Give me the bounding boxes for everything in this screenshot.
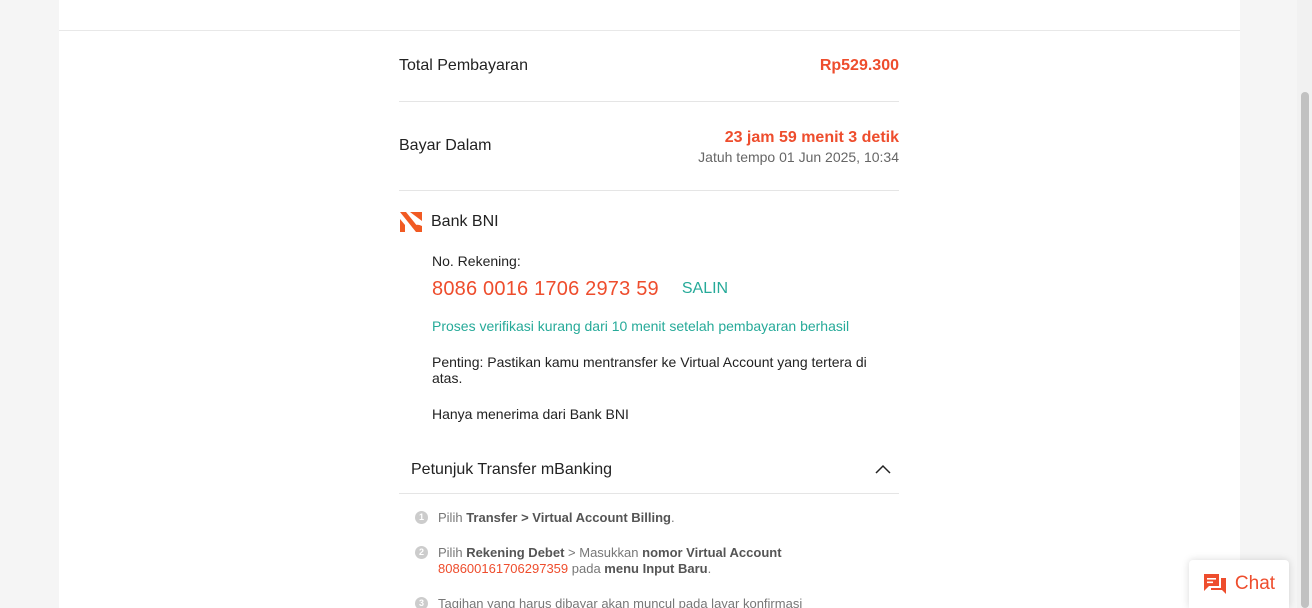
chat-label: Chat xyxy=(1234,573,1276,594)
step-text-part: . xyxy=(670,510,675,525)
chat-button[interactable]: Chat xyxy=(1189,560,1289,608)
step-bold-part: Transfer > Virtual Account Billing xyxy=(466,510,671,525)
step-text-part: Pilih xyxy=(438,510,467,525)
scrollbar[interactable] xyxy=(1297,0,1312,608)
step-number: 2 xyxy=(415,546,428,559)
step-text-part: pada xyxy=(568,561,605,576)
verification-note: Proses verifikasi kurang dari 10 menit s… xyxy=(432,318,850,334)
due-date: Jatuh tempo 01 Jun 2025, 10:34 xyxy=(698,148,899,165)
scrollbar-thumb[interactable] xyxy=(1301,92,1309,608)
step-text-part: Pilih xyxy=(438,545,467,560)
chat-bubble-icon xyxy=(1203,574,1226,594)
step-number: 1 xyxy=(415,511,428,524)
pay-within-row: Bayar Dalam 23 jam 59 menit 3 detik Jatu… xyxy=(399,102,899,191)
step-bold-part: nomor Virtual Account xyxy=(642,545,782,560)
countdown-timer: 23 jam 59 menit 3 detik xyxy=(724,128,899,146)
bank-name: Bank BNI xyxy=(431,213,499,230)
guide-steps: 1 Pilih Transfer > Virtual Account Billi… xyxy=(399,494,899,608)
step-text: Tagihan yang harus dibayar akan muncul p… xyxy=(438,596,803,608)
step-text-part: . xyxy=(707,561,712,576)
guide-step: 3 Tagihan yang harus dibayar akan muncul… xyxy=(415,596,899,608)
payment-content: Total Pembayaran Rp529.300 Bayar Dalam 2… xyxy=(399,31,899,608)
copy-button[interactable]: SALIN xyxy=(682,280,728,298)
bni-logo-icon xyxy=(399,211,423,233)
step-number: 3 xyxy=(415,597,428,608)
bank-header: Bank BNI xyxy=(399,211,899,233)
countdown-block: 23 jam 59 menit 3 detik Jatuh tempo 01 J… xyxy=(698,128,899,165)
step-text: Pilih Transfer > Virtual Account Billing… xyxy=(438,510,675,526)
total-row: Total Pembayaran Rp529.300 xyxy=(399,31,899,102)
guide-step: 1 Pilih Transfer > Virtual Account Billi… xyxy=(415,510,899,526)
payment-page: Total Pembayaran Rp529.300 Bayar Dalam 2… xyxy=(59,0,1240,608)
bank-section: Bank BNI No. Rekening: 8086 0016 1706 29… xyxy=(399,191,899,422)
total-label: Total Pembayaran xyxy=(399,57,528,74)
step-bold-part: Rekening Debet xyxy=(466,545,565,560)
step-text: Pilih Rekening Debet > Masukkan nomor Vi… xyxy=(438,545,782,577)
account-number: 8086 0016 1706 2973 59 xyxy=(432,277,659,300)
important-note: Penting: Pastikan kamu mentransfer ke Vi… xyxy=(432,354,867,386)
bank-details: No. Rekening: 8086 0016 1706 2973 59 SAL… xyxy=(399,233,899,422)
guide-accordion-header[interactable]: Petunjuk Transfer mBanking xyxy=(399,447,899,494)
accept-note: Hanya menerima dari Bank BNI xyxy=(432,406,629,422)
account-row: 8086 0016 1706 2973 59 SALIN xyxy=(432,277,899,301)
pay-within-label: Bayar Dalam xyxy=(399,137,492,154)
virtual-account-number: 808600161706297359 xyxy=(438,561,569,576)
total-amount: Rp529.300 xyxy=(819,57,899,74)
step-text-part: > Masukkan xyxy=(564,545,643,560)
chevron-up-icon xyxy=(873,460,893,480)
step-bold-part: menu Input Baru xyxy=(604,561,708,576)
account-label: No. Rekening: xyxy=(432,253,521,269)
guide-step: 2 Pilih Rekening Debet > Masukkan nomor … xyxy=(415,545,899,577)
guide-title: Petunjuk Transfer mBanking xyxy=(411,461,612,478)
